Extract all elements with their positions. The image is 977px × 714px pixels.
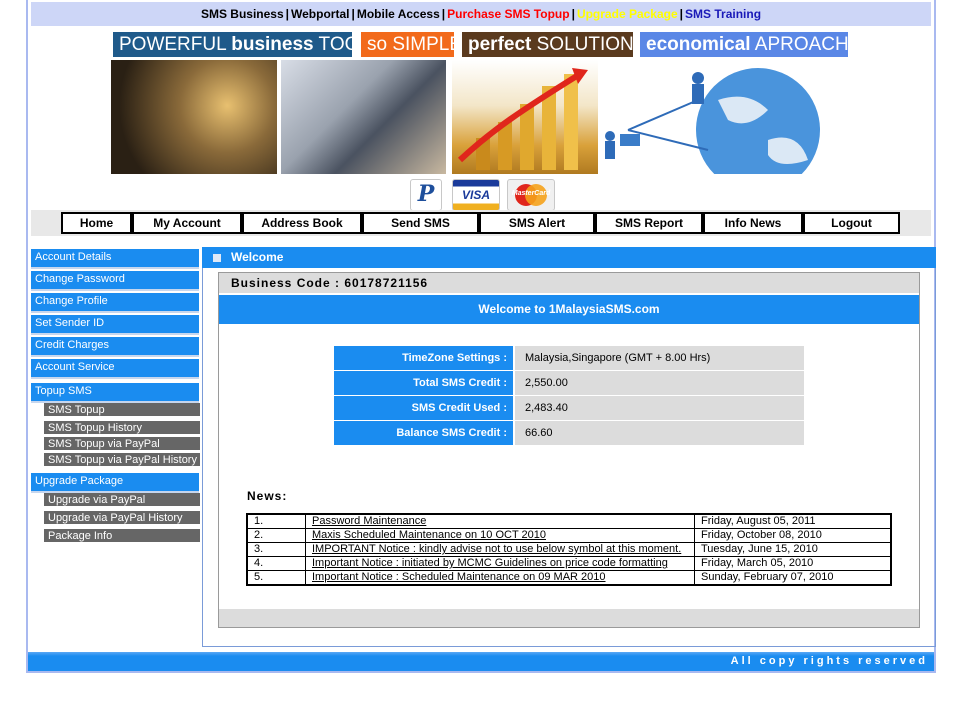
nav-logout[interactable]: Logout — [803, 212, 900, 234]
sidebar-upgrade-paypal[interactable]: Upgrade via PayPal — [44, 493, 200, 507]
news-link[interactable]: Important Notice : initiated by MCMC Gui… — [312, 557, 668, 569]
table-row: 5. Important Notice : Scheduled Maintena… — [246, 570, 892, 586]
sidebar-change-profile[interactable]: Change Profile — [31, 293, 199, 313]
news-number: 3. — [246, 542, 306, 557]
nav-info-news[interactable]: Info News — [703, 212, 803, 234]
link-purchase-sms-topup[interactable]: Purchase SMS Topup — [447, 7, 569, 21]
sidebar-upgrade-paypal-history[interactable]: Upgrade via PayPal History — [44, 511, 200, 525]
news-number: 4. — [246, 556, 306, 571]
sidebar-topup-sms[interactable]: Topup SMS — [31, 383, 199, 403]
credit-used-label: SMS Credit Used : — [334, 396, 513, 420]
banner-business-people-image — [281, 60, 446, 174]
link-sms-training[interactable]: SMS Training — [685, 7, 761, 21]
link-upgrade-package[interactable]: Upgrade Package — [577, 7, 678, 21]
banner-phone-image — [111, 60, 277, 174]
total-credit-value: 2,550.00 — [515, 371, 804, 395]
top-links-bar: SMS Business | Webportal | Mobile Access | Pur… — [31, 2, 931, 26]
visa-label: VISA — [461, 188, 490, 202]
sidebar-package-info[interactable]: Package Info — [44, 529, 200, 543]
content-footer-bar — [219, 609, 919, 627]
balance-credit-value: 66.60 — [515, 421, 804, 445]
link-mobile-access[interactable]: Mobile Access — [357, 7, 440, 21]
table-row: 3. IMPORTANT Notice : kindly advise not … — [246, 542, 892, 557]
nav-home[interactable]: Home — [61, 212, 132, 234]
copyright-text: All copy rights reserved — [730, 655, 928, 667]
timezone-value: Malaysia,Singapore (GMT + 8.00 Hrs) — [515, 346, 804, 370]
banner-globe-network-image — [598, 60, 848, 192]
nav-address-book[interactable]: Address Book — [242, 212, 362, 234]
tagline-economical: economical APROACH — [640, 32, 849, 57]
mastercard-label: MasterCard — [511, 190, 551, 197]
total-credit-label: Total SMS Credit : — [334, 371, 513, 395]
sidebar-set-sender-id[interactable]: Set Sender ID — [31, 315, 199, 335]
news-date: Sunday, February 07, 2010 — [694, 570, 892, 586]
paypal-label: P — [417, 181, 435, 207]
news-number: 2. — [246, 528, 306, 543]
news-number: 5. — [246, 570, 306, 586]
globe-network-icon — [605, 68, 820, 192]
balance-credit-label: Balance SMS Credit : — [334, 421, 513, 445]
nav-sms-report[interactable]: SMS Report — [595, 212, 703, 234]
news-date: Friday, March 05, 2010 — [694, 556, 892, 571]
page-footer: All copy rights reserved — [28, 652, 934, 671]
sidebar-change-password[interactable]: Change Password — [31, 271, 199, 291]
sidebar-sms-topup-paypal-history[interactable]: SMS Topup via PayPal History — [44, 453, 200, 467]
sidebar-upgrade-package[interactable]: Upgrade Package — [31, 473, 199, 493]
sidebar-sms-topup[interactable]: SMS Topup — [44, 403, 200, 417]
nav-sms-alert[interactable]: SMS Alert — [479, 212, 595, 234]
business-code: Business Code : 60178721156 — [219, 273, 919, 293]
tagline-perfect: perfect SOLUTION — [462, 32, 634, 57]
table-row: 4. Important Notice : initiated by MCMC … — [246, 556, 892, 571]
news-link[interactable]: IMPORTANT Notice : kindly advise not to … — [312, 543, 681, 555]
welcome-title: Welcome — [231, 250, 284, 264]
news-link[interactable]: Maxis Scheduled Maintenance on 10 OCT 20… — [312, 529, 546, 541]
square-bullet-icon — [213, 253, 221, 262]
sidebar-account-service[interactable]: Account Service — [31, 359, 199, 379]
credit-used-value: 2,483.40 — [515, 396, 804, 420]
sidebar-credit-charges[interactable]: Credit Charges — [31, 337, 199, 357]
nav-my-account[interactable]: My Account — [132, 212, 242, 234]
table-row: 1. Password Maintenance Friday, August 0… — [246, 513, 892, 529]
timezone-label: TimeZone Settings : — [334, 346, 513, 370]
sidebar-account-details[interactable]: Account Details — [31, 249, 199, 269]
paypal-icon: P — [410, 179, 442, 211]
link-webportal[interactable]: Webportal — [291, 7, 349, 21]
banner-growth-chart-image — [452, 60, 598, 174]
nav-send-sms[interactable]: Send SMS — [362, 212, 479, 234]
news-date: Friday, October 08, 2010 — [694, 528, 892, 543]
news-date: Tuesday, June 15, 2010 — [694, 542, 892, 557]
news-table: 1. Password Maintenance Friday, August 0… — [246, 513, 892, 586]
news-heading: News: — [247, 489, 288, 503]
welcome-message: Welcome to 1MalaysiaSMS.com — [219, 295, 919, 324]
link-sms-business[interactable]: SMS Business — [201, 7, 284, 21]
news-link[interactable]: Important Notice : Scheduled Maintenance… — [312, 571, 606, 583]
tagline-powerful: POWERFUL business TOOL — [113, 32, 370, 57]
news-number: 1. — [246, 513, 306, 529]
mastercard-icon: MasterCard — [507, 179, 555, 211]
growth-arrow-icon — [457, 68, 588, 170]
tagline-simple: so SIMPLE — [361, 32, 462, 57]
sidebar-sms-topup-paypal[interactable]: SMS Topup via PayPal — [44, 437, 200, 451]
news-link[interactable]: Password Maintenance — [312, 515, 426, 527]
visa-icon: VISA — [452, 179, 500, 211]
table-row: 2. Maxis Scheduled Maintenance on 10 OCT… — [246, 528, 892, 543]
welcome-header: Welcome — [202, 247, 936, 268]
sidebar-sms-topup-history[interactable]: SMS Topup History — [44, 421, 200, 435]
news-date: Friday, August 05, 2011 — [694, 513, 892, 529]
